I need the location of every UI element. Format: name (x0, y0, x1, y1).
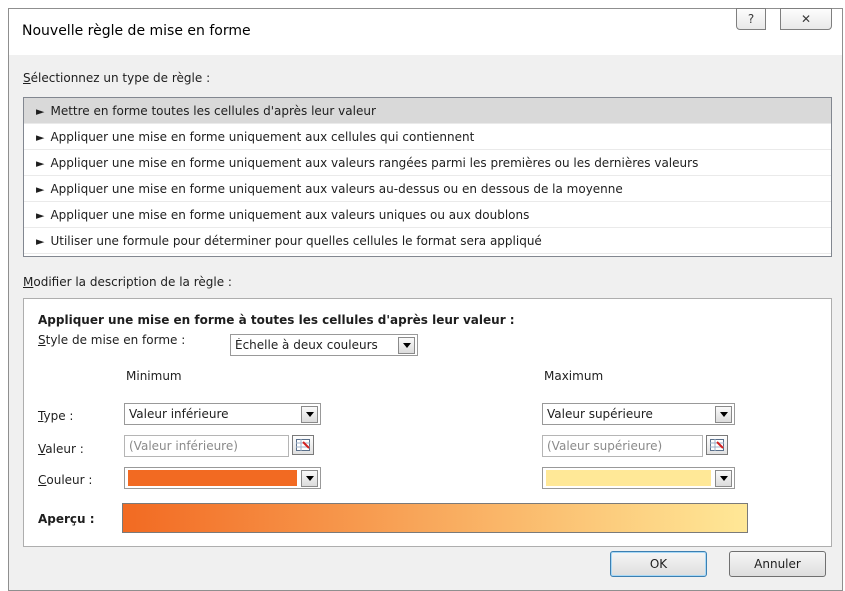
help-button[interactable]: ? (736, 8, 766, 30)
preview-gradient (122, 503, 748, 533)
max-value-input[interactable]: (Valeur supérieure) (542, 435, 703, 457)
color-label: Couleur : (38, 473, 93, 487)
description-heading: Appliquer une mise en forme à toutes les… (38, 313, 515, 327)
rule-type-list[interactable]: ► Mettre en forme toutes les cellules d'a… (23, 97, 832, 257)
arrow-icon: ► (36, 157, 45, 170)
min-value-range-picker[interactable] (292, 435, 314, 455)
arrow-icon: ► (36, 235, 45, 248)
rule-description-panel: Appliquer une mise en forme à toutes les… (23, 298, 832, 547)
value-label: Valeur : (38, 442, 84, 456)
rule-type-item[interactable]: ► Utiliser une formule pour déterminer po… (24, 228, 831, 254)
dialog-title: Nouvelle règle de mise en forme (22, 23, 251, 39)
min-color-picker[interactable] (124, 467, 321, 489)
min-color-swatch (128, 470, 297, 486)
rule-type-item[interactable]: ► Appliquer une mise en forme uniquement … (24, 150, 831, 176)
maximum-header: Maximum (544, 369, 604, 383)
max-color-picker[interactable] (542, 467, 735, 489)
chevron-down-icon (398, 336, 415, 354)
type-label: Type : (38, 409, 74, 423)
arrow-icon: ► (36, 105, 45, 118)
new-formatting-rule-dialog: Nouvelle règle de mise en forme ? ✕ Séle… (8, 8, 843, 591)
max-value-range-picker[interactable] (706, 435, 728, 455)
cancel-button[interactable]: Annuler (729, 551, 826, 577)
chevron-down-icon (301, 405, 318, 423)
format-style-select[interactable]: Échelle à deux couleurs (230, 334, 418, 356)
chevron-down-icon (715, 469, 732, 487)
rule-type-label: Sélectionnez un type de règle : (23, 71, 211, 85)
arrow-icon: ► (36, 209, 45, 222)
edit-description-label: Modifier la description de la règle : (23, 275, 232, 289)
chevron-down-icon (715, 405, 732, 423)
minimum-header: Minimum (126, 369, 182, 383)
max-type-select[interactable]: Valeur supérieure (542, 403, 735, 425)
max-color-swatch (546, 470, 711, 486)
range-selector-icon (710, 439, 724, 451)
range-selector-icon (296, 439, 310, 451)
rule-type-item[interactable]: ► Appliquer une mise en forme uniquement … (24, 202, 831, 228)
title-bar: Nouvelle règle de mise en forme ? ✕ (9, 8, 842, 55)
arrow-icon: ► (36, 131, 45, 144)
rule-type-item[interactable]: ► Mettre en forme toutes les cellules d'a… (24, 98, 831, 124)
rule-type-item[interactable]: ► Appliquer une mise en forme uniquement … (24, 124, 831, 150)
close-button[interactable]: ✕ (780, 8, 832, 30)
arrow-icon: ► (36, 183, 45, 196)
format-style-label: Style de mise en forme : (38, 333, 186, 347)
chevron-down-icon (301, 469, 318, 487)
ok-button[interactable]: OK (610, 551, 707, 577)
min-type-select[interactable]: Valeur inférieure (124, 403, 321, 425)
rule-type-item[interactable]: ► Appliquer une mise en forme uniquement … (24, 176, 831, 202)
min-value-input[interactable]: (Valeur inférieure) (124, 435, 289, 457)
preview-label: Aperçu : (38, 512, 95, 526)
